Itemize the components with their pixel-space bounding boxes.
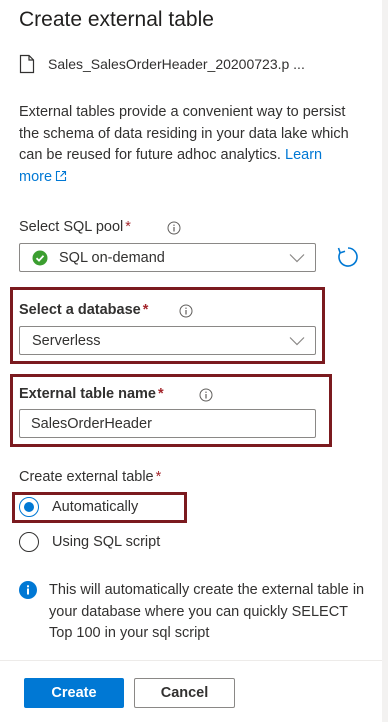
sql-pool-label: Select SQL pool *: [19, 219, 131, 235]
required-marker: *: [125, 219, 131, 235]
note-text: This will automatically create the exter…: [49, 582, 365, 641]
radio-button[interactable]: [19, 532, 39, 552]
scrollbar[interactable]: [382, 0, 388, 722]
footer-divider: [0, 660, 388, 661]
info-icon[interactable]: [167, 221, 181, 235]
table-name-input[interactable]: [19, 409, 316, 438]
file-icon: [19, 54, 35, 74]
database-label-text: Select a database: [19, 302, 141, 318]
sql-pool-select[interactable]: SQL on-demand: [19, 243, 316, 272]
create-method-label-text: Create external table: [19, 469, 154, 485]
radio-label-automatically: Automatically: [52, 499, 139, 515]
required-marker: *: [142, 302, 149, 318]
file-name: Sales_SalesOrderHeader_20200723.p ...: [48, 56, 305, 72]
chevron-down-icon: [289, 336, 305, 345]
chevron-down-icon: [289, 253, 305, 262]
status-check-icon: [32, 250, 48, 265]
info-icon[interactable]: [199, 388, 213, 402]
radio-label-sql-script: Using SQL script: [52, 534, 161, 550]
radio-button-checked[interactable]: [19, 497, 39, 517]
database-value: Serverless: [32, 332, 101, 349]
radio-sql-script[interactable]: Using SQL script: [19, 532, 160, 552]
database-label: Select a database *: [19, 302, 148, 318]
external-link-icon: [55, 170, 67, 181]
database-select[interactable]: Serverless: [19, 326, 316, 355]
required-marker: *: [158, 386, 164, 402]
sql-pool-value: SQL on-demand: [59, 249, 165, 266]
create-method-label: Create external table *: [19, 469, 161, 485]
info-note: This will automatically create the exter…: [19, 580, 369, 645]
info-filled-icon: [19, 581, 37, 599]
create-button[interactable]: Create: [24, 678, 124, 708]
refresh-icon[interactable]: [336, 245, 360, 269]
sql-pool-label-text: Select SQL pool: [19, 219, 124, 235]
table-name-label: External table name *: [19, 386, 164, 402]
required-marker: *: [155, 469, 162, 485]
file-row: Sales_SalesOrderHeader_20200723.p ...: [19, 52, 305, 76]
radio-automatically[interactable]: Automatically: [19, 497, 138, 517]
table-name-label-text: External table name: [19, 386, 156, 402]
info-icon[interactable]: [179, 304, 193, 318]
panel-title: Create external table: [19, 8, 214, 31]
description: External tables provide a convenient way…: [19, 102, 349, 188]
cancel-button[interactable]: Cancel: [134, 678, 235, 708]
